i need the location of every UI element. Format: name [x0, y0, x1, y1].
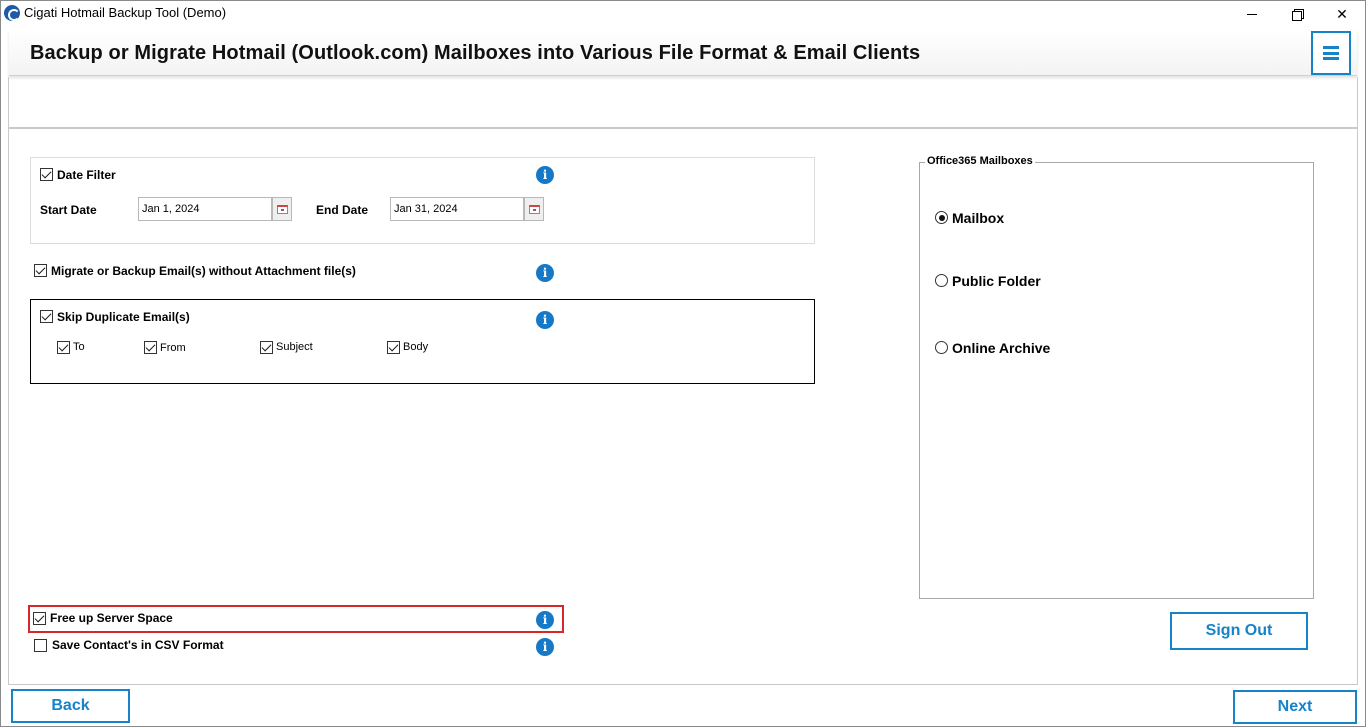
save-contacts-label: Save Contact's in CSV Format	[52, 638, 224, 652]
end-date-label: End Date	[316, 203, 369, 217]
online-archive-label: Online Archive	[952, 340, 1051, 356]
hamburger-icon	[1323, 46, 1339, 60]
info-icon[interactable]: i	[536, 264, 554, 282]
dup-body-label: Body	[403, 341, 429, 353]
options-panel: Date Filter i Start Date Jan 1, 2024 End…	[8, 128, 1358, 685]
skip-duplicate-checkbox[interactable]	[40, 310, 53, 323]
mailbox-radio[interactable]	[935, 211, 948, 224]
header-band: Backup or Migrate Hotmail (Outlook.com) …	[9, 30, 1357, 76]
start-date-label: Start Date	[40, 203, 97, 217]
public-folder-radio[interactable]	[935, 274, 948, 287]
minimize-icon	[1247, 14, 1257, 15]
dup-to-label: To	[73, 341, 85, 353]
sign-out-button[interactable]: Sign Out	[1170, 612, 1308, 650]
free-up-space-checkbox[interactable]	[33, 612, 46, 625]
save-contacts-checkbox[interactable]	[34, 639, 47, 652]
calendar-icon	[276, 204, 288, 214]
info-icon[interactable]: i	[536, 311, 554, 329]
info-icon[interactable]: i	[536, 166, 554, 184]
end-date-calendar-button[interactable]	[524, 197, 544, 221]
info-icon[interactable]: i	[536, 638, 554, 656]
date-filter-group: Date Filter i Start Date Jan 1, 2024 End…	[30, 157, 815, 244]
back-button[interactable]: Back	[11, 689, 130, 723]
restore-icon	[1292, 9, 1304, 21]
start-date-calendar-button[interactable]	[272, 197, 292, 221]
dup-to-checkbox[interactable]	[57, 341, 70, 354]
skip-duplicate-group: Skip Duplicate Email(s) i To From Subjec…	[30, 299, 815, 384]
calendar-icon	[528, 204, 540, 214]
menu-button[interactable]	[1311, 31, 1351, 75]
public-folder-label: Public Folder	[952, 273, 1041, 289]
office365-legend: Office365 Mailboxes	[925, 155, 1035, 167]
no-attachment-checkbox[interactable]	[34, 264, 47, 277]
online-archive-radio[interactable]	[935, 341, 948, 354]
page-title: Backup or Migrate Hotmail (Outlook.com) …	[30, 42, 921, 64]
end-date-input[interactable]: Jan 31, 2024	[390, 197, 524, 221]
next-button[interactable]: Next	[1233, 690, 1357, 724]
maximize-button[interactable]	[1274, 1, 1320, 27]
close-button[interactable]: ✕	[1319, 1, 1365, 27]
dup-from-checkbox[interactable]	[144, 341, 157, 354]
free-up-space-label: Free up Server Space	[50, 611, 173, 625]
minimize-button[interactable]	[1229, 1, 1275, 27]
office365-mailboxes-group: Office365 Mailboxes Mailbox Public Folde…	[919, 155, 1314, 599]
date-filter-label: Date Filter	[57, 168, 116, 182]
dup-subject-label: Subject	[276, 341, 313, 353]
app-logo-icon	[4, 5, 20, 21]
start-date-input[interactable]: Jan 1, 2024	[138, 197, 272, 221]
dup-from-label: From	[160, 342, 186, 354]
skip-duplicate-label: Skip Duplicate Email(s)	[57, 310, 190, 324]
app-window: Cigati Hotmail Backup Tool (Demo) ✕ Back…	[0, 0, 1366, 727]
mailbox-label: Mailbox	[952, 210, 1005, 226]
info-icon[interactable]: i	[536, 611, 554, 629]
dup-body-checkbox[interactable]	[387, 341, 400, 354]
close-icon: ✕	[1336, 5, 1348, 22]
window-title: Cigati Hotmail Backup Tool (Demo)	[24, 5, 227, 20]
date-filter-checkbox[interactable]	[40, 168, 53, 181]
toolbar-strip	[8, 77, 1358, 128]
dup-subject-checkbox[interactable]	[260, 341, 273, 354]
title-bar: Cigati Hotmail Backup Tool (Demo) ✕	[1, 1, 1365, 27]
no-attachment-label: Migrate or Backup Email(s) without Attac…	[51, 264, 356, 278]
